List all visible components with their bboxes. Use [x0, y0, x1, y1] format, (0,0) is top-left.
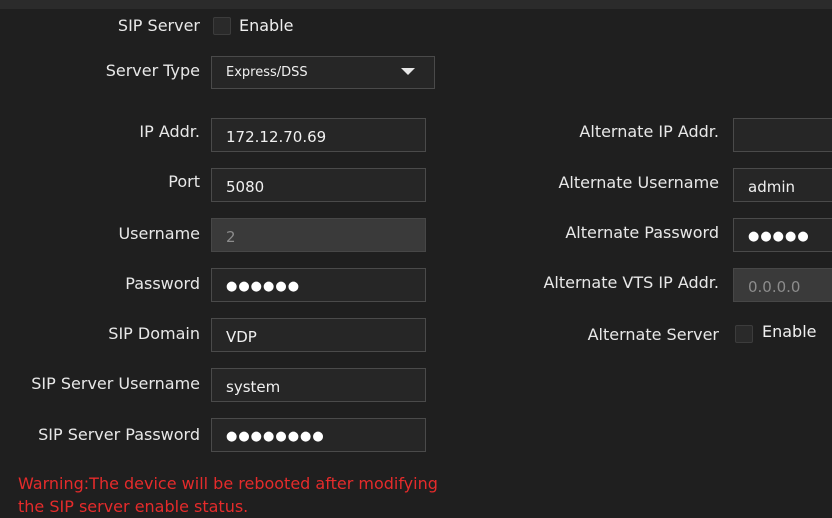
- alternate-password-input[interactable]: ●●●●●: [733, 218, 832, 252]
- sip-domain-input[interactable]: VDP: [211, 318, 426, 352]
- alternate-server-enable-checkbox[interactable]: [735, 325, 753, 343]
- port-input[interactable]: 5080: [211, 168, 426, 202]
- ip-addr-input[interactable]: 172.12.70.69: [211, 118, 426, 152]
- server-type-select[interactable]: Express/DSS: [211, 56, 435, 89]
- alternate-vts-ip-addr-input: 0.0.0.0: [733, 268, 832, 302]
- alternate-server-label: Alternate Server: [587, 325, 719, 344]
- sip-server-password-label: SIP Server Password: [38, 425, 200, 444]
- sip-domain-label: SIP Domain: [108, 324, 200, 343]
- alternate-ip-addr-input[interactable]: [733, 118, 832, 152]
- alternate-server-enable-label: Enable: [762, 322, 817, 341]
- alternate-vts-ip-addr-label: Alternate VTS IP Addr.: [543, 273, 719, 292]
- reboot-warning-line-1: Warning:The device will be rebooted afte…: [18, 474, 438, 493]
- server-type-label: Server Type: [105, 61, 200, 80]
- password-label: Password: [125, 274, 200, 293]
- sip-server-enable-label: Enable: [239, 16, 294, 35]
- ip-addr-label: IP Addr.: [139, 122, 200, 141]
- port-label: Port: [168, 172, 200, 191]
- top-divider: [0, 0, 832, 9]
- server-type-value: Express/DSS: [226, 65, 308, 80]
- alternate-username-label: Alternate Username: [558, 173, 719, 192]
- password-input[interactable]: ●●●●●●: [211, 268, 426, 302]
- username-label: Username: [118, 224, 200, 243]
- chevron-down-icon: [401, 68, 415, 75]
- alternate-password-label: Alternate Password: [565, 223, 719, 242]
- alternate-username-input[interactable]: admin: [733, 168, 832, 202]
- sip-server-label: SIP Server: [117, 16, 200, 35]
- sip-server-username-label: SIP Server Username: [31, 374, 200, 393]
- username-input: 2: [211, 218, 426, 252]
- reboot-warning-line-2: the SIP server enable status.: [18, 497, 249, 516]
- sip-server-username-input[interactable]: system: [211, 368, 426, 402]
- sip-server-enable-checkbox[interactable]: [213, 17, 231, 35]
- sip-server-password-input[interactable]: ●●●●●●●●: [211, 418, 426, 452]
- alternate-ip-addr-label: Alternate IP Addr.: [579, 122, 719, 141]
